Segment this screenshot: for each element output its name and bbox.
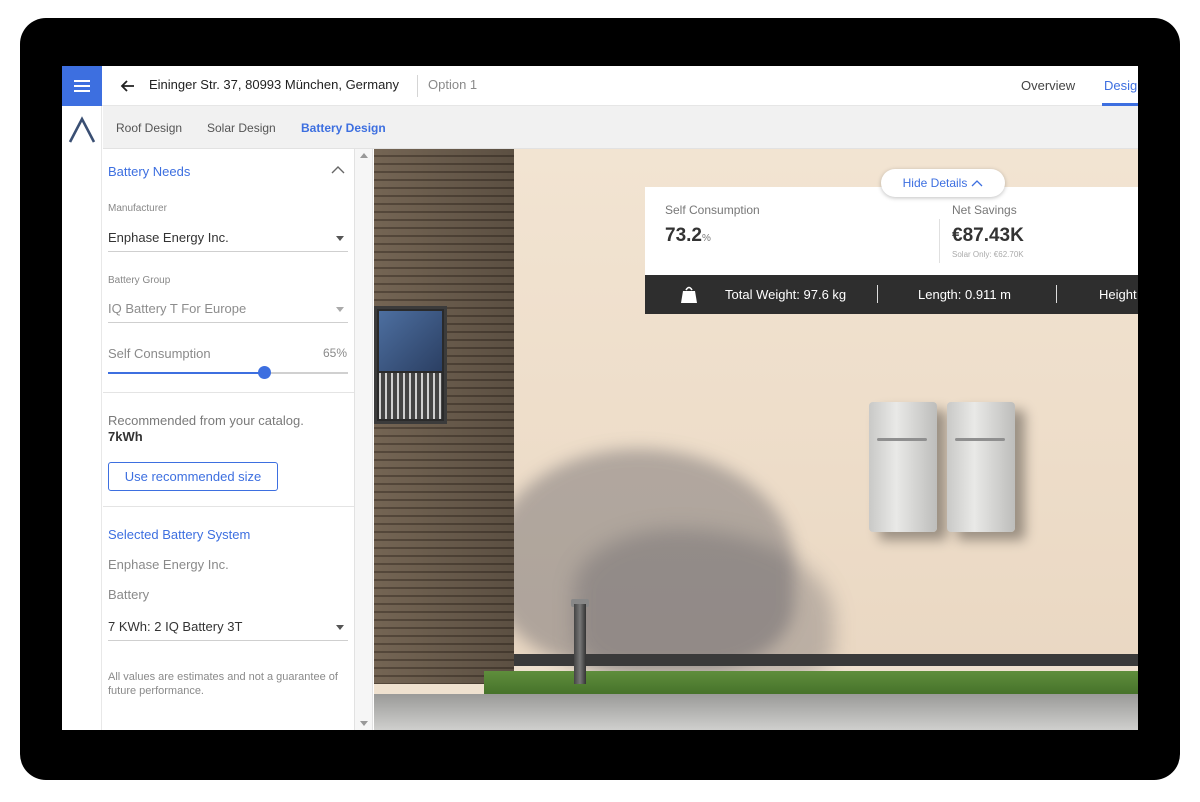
scroll-up-arrow-icon[interactable]	[360, 153, 368, 158]
battery-scene-view[interactable]: Hide Details Self Consumption 73.2% Net …	[374, 149, 1138, 730]
stats-card: Self Consumption 73.2% Net Savings €87.4…	[645, 187, 1138, 275]
slider-fill	[108, 372, 264, 374]
hide-details-label: Hide Details	[902, 176, 968, 190]
window-railing	[379, 373, 442, 419]
disclaimer-text: All values are estimates and not a guara…	[108, 671, 338, 697]
manufacturer-value: Enphase Energy Inc.	[108, 230, 229, 245]
battery-unit[interactable]	[869, 402, 937, 532]
chevron-up-icon[interactable]	[331, 165, 345, 175]
selected-battery-system-title: Selected Battery System	[108, 527, 251, 542]
battery-group-select[interactable]: IQ Battery T For Europe	[108, 293, 348, 323]
subtab-battery-design[interactable]: Battery Design	[301, 121, 386, 135]
garden-lamp	[574, 604, 586, 684]
left-rail	[62, 106, 102, 730]
use-recommended-size-button[interactable]: Use recommended size	[108, 462, 278, 491]
menu-button[interactable]	[62, 66, 102, 106]
battery-group-value: IQ Battery T For Europe	[108, 301, 247, 316]
self-consumption-number: 73.2	[665, 225, 702, 246]
divider	[103, 506, 354, 507]
height: Height	[1099, 287, 1137, 302]
selected-manufacturer: Enphase Energy Inc.	[108, 557, 229, 572]
battery-label: Battery	[108, 587, 150, 602]
recommendation-text: Recommended from your catalog. 7kWh	[108, 413, 308, 445]
subtab-solar-design[interactable]: Solar Design	[207, 121, 276, 135]
battery-needs-title[interactable]: Battery Needs	[108, 164, 190, 179]
window-glass	[379, 311, 442, 371]
dims-separator	[877, 285, 878, 303]
weight-bag-icon	[681, 286, 697, 303]
length: Length: 0.911 m	[918, 287, 1011, 302]
manufacturer-label: Manufacturer	[108, 203, 167, 214]
dimensions-bar: Total Weight: 97.6 kg Length: 0.911 m He…	[645, 275, 1138, 314]
wall-base	[514, 654, 1138, 666]
stats-divider	[939, 219, 940, 263]
self-consumption-stat-label: Self Consumption	[665, 203, 760, 217]
subtab-roof-design[interactable]: Roof Design	[116, 121, 182, 135]
logo-icon[interactable]	[67, 116, 97, 144]
chevron-down-icon	[336, 307, 344, 312]
net-savings-label: Net Savings	[952, 203, 1017, 217]
battery-panel: Battery Needs Manufacturer Enphase Energ…	[103, 149, 355, 730]
panel-scrollbar[interactable]	[355, 149, 373, 730]
option-selector[interactable]: Option 1	[428, 77, 477, 92]
house-window	[374, 306, 447, 424]
pavement	[374, 694, 1138, 730]
battery-led-strip	[877, 438, 927, 441]
dims-separator	[1056, 285, 1057, 303]
total-weight: Total Weight: 97.6 kg	[725, 287, 847, 302]
recommended-size: 7kWh	[108, 429, 143, 444]
tab-design[interactable]: Desig	[1104, 78, 1137, 93]
self-consumption-stat-value: 73.2%	[665, 225, 711, 247]
top-bar: Eininger Str. 37, 80993 München, Germany…	[62, 66, 1138, 106]
design-subtabs: Roof Design Solar Design Battery Design	[103, 106, 1138, 149]
net-savings-value: €87.43K	[952, 225, 1024, 246]
chevron-down-icon	[336, 625, 344, 630]
battery-unit[interactable]	[947, 402, 1015, 532]
chevron-down-icon	[336, 236, 344, 241]
slider-handle[interactable]	[258, 366, 271, 379]
self-consumption-label: Self Consumption	[108, 346, 211, 361]
header-divider	[417, 75, 418, 97]
arrow-left-icon[interactable]	[118, 76, 138, 96]
solar-only-savings: Solar Only: €62.70K	[952, 250, 1024, 259]
project-address: Eininger Str. 37, 80993 München, Germany	[149, 77, 400, 92]
self-consumption-slider[interactable]	[108, 366, 348, 379]
menu-icon	[74, 80, 90, 92]
tab-overview[interactable]: Overview	[1021, 78, 1075, 93]
battery-select[interactable]: 7 KWh: 2 IQ Battery 3T	[108, 611, 348, 641]
app-screen: Eininger Str. 37, 80993 München, Germany…	[62, 66, 1138, 730]
battery-group-label: Battery Group	[108, 275, 171, 286]
battery-led-strip	[955, 438, 1005, 441]
chevron-up-icon	[971, 180, 983, 187]
self-consumption-value: 65%	[323, 346, 348, 360]
manufacturer-select[interactable]: Enphase Energy Inc.	[108, 222, 348, 252]
battery-value: 7 KWh: 2 IQ Battery 3T	[108, 619, 243, 634]
divider	[103, 392, 354, 393]
scroll-down-arrow-icon[interactable]	[360, 721, 368, 726]
recommendation-label: Recommended from your catalog.	[108, 413, 304, 428]
self-consumption-unit: %	[701, 233, 711, 244]
hide-details-button[interactable]: Hide Details	[881, 169, 1005, 197]
